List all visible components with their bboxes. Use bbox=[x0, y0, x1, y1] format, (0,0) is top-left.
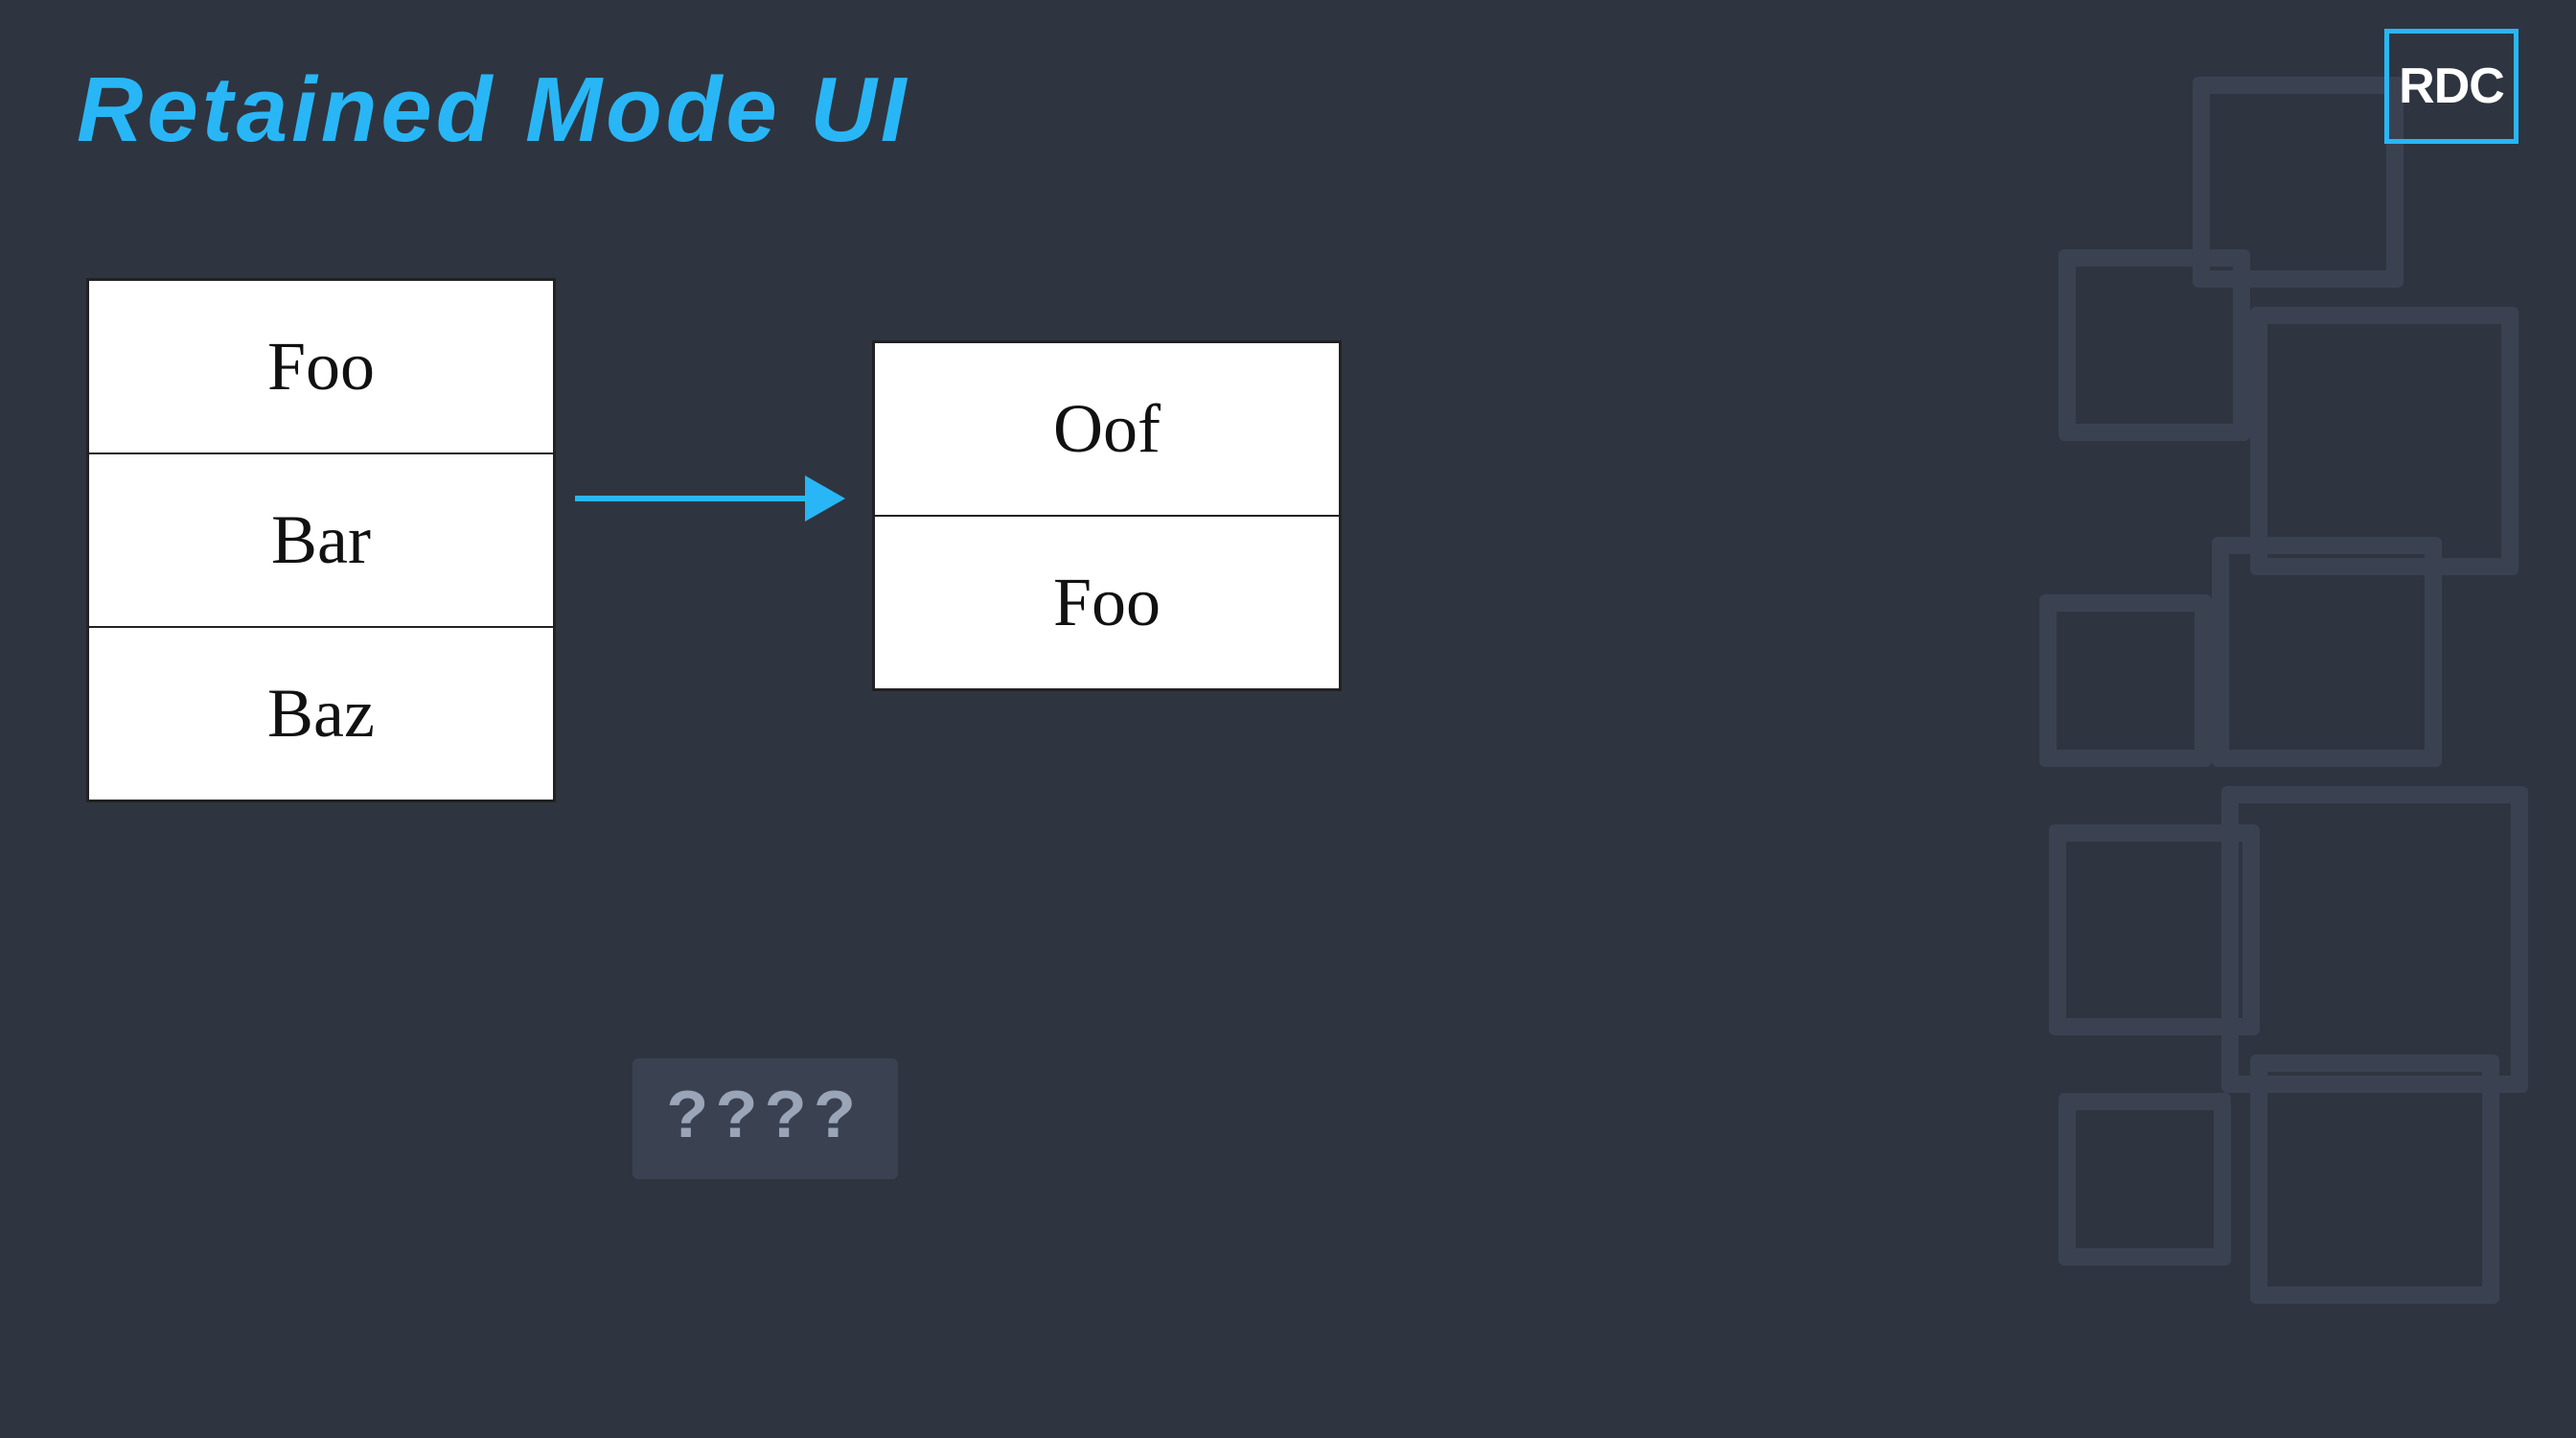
bg-square bbox=[2058, 249, 2250, 441]
bg-square bbox=[2193, 77, 2404, 288]
background-decoration bbox=[2001, 0, 2576, 1438]
arrow-line bbox=[575, 496, 805, 501]
list-item: Foo bbox=[875, 517, 1339, 688]
right-list-box: Oof Foo bbox=[872, 340, 1342, 691]
question-badge: ???? bbox=[632, 1058, 898, 1179]
list-item: Oof bbox=[875, 343, 1339, 517]
bg-square bbox=[2250, 307, 2518, 575]
list-item: Baz bbox=[89, 628, 553, 800]
list-item: Foo bbox=[89, 281, 553, 454]
bg-square bbox=[2058, 1093, 2231, 1265]
list-item: Bar bbox=[89, 454, 553, 628]
question-text: ???? bbox=[667, 1079, 863, 1158]
bg-square bbox=[2221, 786, 2528, 1093]
bg-square bbox=[2212, 537, 2442, 767]
bg-square bbox=[2250, 1055, 2499, 1304]
bg-square bbox=[2049, 824, 2260, 1035]
bg-square bbox=[2039, 594, 2212, 767]
arrow-head bbox=[805, 475, 845, 522]
page-title: Retained Mode UI bbox=[77, 58, 909, 163]
rdc-logo: RDC bbox=[2384, 29, 2518, 144]
rdc-logo-text: RDC bbox=[2399, 58, 2504, 115]
arrow bbox=[575, 470, 853, 527]
left-list-box: Foo Bar Baz bbox=[86, 278, 556, 802]
